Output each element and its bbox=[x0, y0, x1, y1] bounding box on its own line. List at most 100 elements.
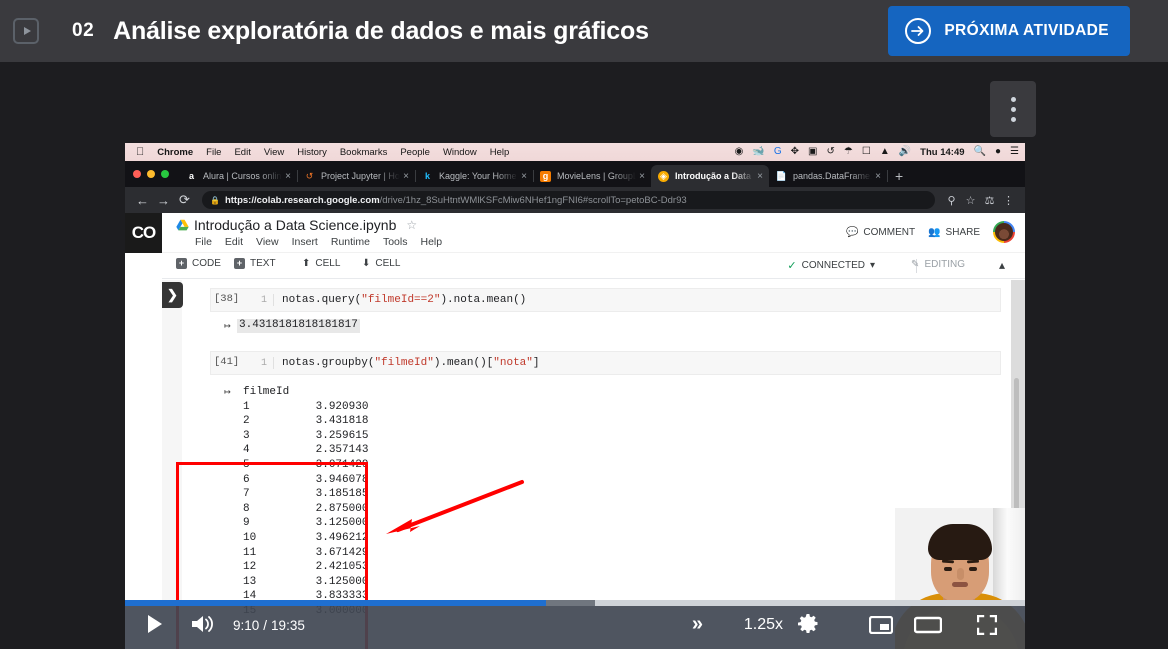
screen: 02 Análise exploratória de dados e mais … bbox=[0, 0, 1168, 649]
add-code-label: CODE bbox=[192, 258, 221, 269]
wifi-icon[interactable]: ☂ bbox=[844, 147, 853, 157]
logitech-icon[interactable]: G bbox=[774, 147, 782, 157]
colab-icon: ◈ bbox=[658, 170, 669, 182]
video-player[interactable]:  Chrome File Edit View History Bookmark… bbox=[0, 62, 1168, 649]
avatar[interactable] bbox=[993, 221, 1015, 243]
connected-status[interactable]: ✓ CONNECTED ▾ bbox=[787, 259, 875, 272]
window-controls[interactable] bbox=[133, 161, 169, 187]
add-code-button[interactable]: + CODE bbox=[176, 258, 221, 269]
notebook-title[interactable]: Introdução a Data Science.ipynb bbox=[194, 217, 396, 233]
close-icon[interactable]: × bbox=[875, 171, 881, 182]
browser-tab-alura[interactable]: a Alura | Cursos online × bbox=[179, 165, 298, 187]
timemachine-icon[interactable]: ↺ bbox=[826, 147, 834, 157]
code-editor[interactable]: 1 notas.groupby("filmeId").mean()["nota"… bbox=[210, 351, 1001, 375]
chevron-right-icon[interactable]: ❯ bbox=[162, 282, 183, 308]
colab-menu-insert[interactable]: Insert bbox=[292, 236, 318, 248]
close-icon[interactable]: × bbox=[757, 171, 763, 182]
volume-icon[interactable]: 🔊 bbox=[899, 147, 911, 157]
arrow-left-icon[interactable]: ← bbox=[132, 193, 153, 208]
code-text: notas.groupby("filmeId").mean()["nota"] bbox=[273, 357, 540, 369]
mac-menu-help[interactable]: Help bbox=[490, 147, 510, 158]
colab-menu-runtime[interactable]: Runtime bbox=[331, 236, 370, 248]
playback-speed-label[interactable]: 1.25x bbox=[744, 616, 783, 634]
share-label: SHARE bbox=[945, 226, 980, 238]
bluetooth-icon[interactable]: ✥ bbox=[791, 147, 799, 157]
gear-icon[interactable] bbox=[798, 614, 818, 639]
code-cell-38[interactable]: [38] 1 notas.query("filmeId==2").nota.me… bbox=[182, 288, 1025, 333]
code-string: "filmeId==2" bbox=[361, 294, 441, 306]
share-people-icon: 👥 bbox=[928, 226, 941, 238]
theater-mode-icon[interactable] bbox=[913, 616, 943, 639]
player-controls[interactable]: 9:10/19:35 » 1.25x bbox=[125, 600, 1025, 649]
doc-icon: 📄 bbox=[775, 170, 788, 181]
reload-icon[interactable]: ⟳ bbox=[174, 192, 195, 208]
close-icon[interactable]: × bbox=[403, 171, 409, 182]
close-window-icon[interactable] bbox=[133, 170, 141, 178]
arrow-down-icon: ⬇ bbox=[362, 258, 371, 269]
airplay-icon[interactable]: ☐ bbox=[862, 147, 871, 157]
grouplens-icon: g bbox=[540, 170, 551, 182]
colab-menu-edit[interactable]: Edit bbox=[225, 236, 243, 248]
miniplayer-icon[interactable] bbox=[868, 615, 894, 639]
screencast-icon[interactable]: ▣ bbox=[808, 147, 817, 157]
siri-icon[interactable]: ● bbox=[995, 147, 1001, 157]
mac-menu-history[interactable]: History bbox=[297, 147, 327, 158]
comment-button[interactable]: 💬 COMMENT bbox=[846, 227, 915, 238]
play-square-icon[interactable] bbox=[13, 18, 39, 44]
mac-menu-people[interactable]: People bbox=[400, 147, 430, 158]
browser-tab-jupyter[interactable]: ↺ Project Jupyter | Home × bbox=[297, 165, 416, 187]
colab-menu-help[interactable]: Help bbox=[420, 236, 442, 248]
move-cell-up-button[interactable]: ⬆ CELL bbox=[302, 258, 340, 269]
close-icon[interactable]: × bbox=[521, 171, 527, 182]
colab-menu-file[interactable]: File bbox=[195, 236, 212, 248]
series-output-text: filmeId 1 3.920930 2 3.431818 3 3.259615… bbox=[243, 386, 369, 617]
chrome-menu-icon[interactable]: ⋮ bbox=[999, 194, 1018, 207]
play-button[interactable] bbox=[147, 614, 163, 639]
close-icon[interactable]: × bbox=[285, 171, 291, 182]
address-bar[interactable]: 🔒 https://colab.research.google.com/driv… bbox=[202, 191, 935, 209]
mac-menu-window[interactable]: Window bbox=[443, 147, 477, 158]
chevron-up-icon[interactable]: ▴ bbox=[999, 258, 1005, 272]
mac-menubar:  Chrome File Edit View History Bookmark… bbox=[125, 143, 1025, 161]
browser-tab-pandas-docs[interactable]: 📄 pandas.DataFrame.gr × bbox=[769, 165, 888, 187]
extensions-icon[interactable]: ⚖ bbox=[980, 194, 999, 207]
docker-icon[interactable]: 🐋 bbox=[752, 147, 764, 157]
move-cell-down-button[interactable]: ⬇ CELL bbox=[362, 258, 400, 269]
fullscreen-icon[interactable] bbox=[976, 614, 998, 640]
mac-menu-file[interactable]: File bbox=[206, 147, 221, 158]
new-tab-button[interactable]: + bbox=[895, 168, 903, 184]
browser-tab-kaggle[interactable]: k Kaggle: Your Home for × bbox=[415, 165, 534, 187]
maximize-window-icon[interactable] bbox=[161, 170, 169, 178]
mac-menu-bookmarks[interactable]: Bookmarks bbox=[340, 147, 388, 158]
eject-icon[interactable]: ▲ bbox=[880, 147, 890, 157]
close-icon[interactable]: × bbox=[639, 171, 645, 182]
add-text-button[interactable]: + TEXT bbox=[234, 258, 276, 269]
code-editor[interactable]: 1 notas.query("filmeId==2").nota.mean() bbox=[210, 288, 1001, 312]
star-outline-icon[interactable]: ☆ bbox=[406, 218, 417, 232]
star-icon[interactable]: ☆ bbox=[961, 194, 980, 207]
mac-menu-view[interactable]: View bbox=[264, 147, 284, 158]
colab-menu-tools[interactable]: Tools bbox=[383, 236, 408, 248]
browser-tab-colab[interactable]: ◈ Introdução a Data Sci × bbox=[651, 165, 769, 187]
colab-menu-view[interactable]: View bbox=[256, 236, 279, 248]
browser-tab-movielens[interactable]: g MovieLens | GroupLens × bbox=[533, 165, 652, 187]
mac-menu-chrome[interactable]: Chrome bbox=[157, 147, 193, 158]
arrow-right-icon[interactable]: → bbox=[153, 193, 174, 208]
progress-bar-track[interactable] bbox=[125, 600, 1025, 606]
kebab-menu-icon[interactable] bbox=[990, 81, 1036, 137]
code-prefix: notas.groupby( bbox=[282, 357, 375, 369]
tab-label: Project Jupyter | Home bbox=[321, 171, 400, 181]
minimize-window-icon[interactable] bbox=[147, 170, 155, 178]
zoom-icon[interactable]: ⚲ bbox=[942, 194, 961, 207]
comment-icon: 💬 bbox=[845, 226, 859, 238]
next-activity-button[interactable]: PRÓXIMA ATIVIDADE bbox=[888, 6, 1130, 56]
dropbox-icon[interactable]: ◉ bbox=[735, 147, 744, 157]
share-button[interactable]: 👥 SHARE bbox=[928, 227, 980, 238]
volume-button[interactable] bbox=[191, 614, 215, 639]
fast-forward-icon[interactable]: » bbox=[692, 614, 703, 634]
control-center-icon[interactable]: ☰ bbox=[1010, 147, 1019, 157]
editing-status[interactable]: ✎ EDITING bbox=[911, 259, 965, 270]
search-icon[interactable]: 🔍 bbox=[974, 147, 986, 157]
colab-app: CO Introdução a Data Science.ipynb ☆ Fil… bbox=[125, 213, 1025, 649]
mac-menu-edit[interactable]: Edit bbox=[234, 147, 250, 158]
